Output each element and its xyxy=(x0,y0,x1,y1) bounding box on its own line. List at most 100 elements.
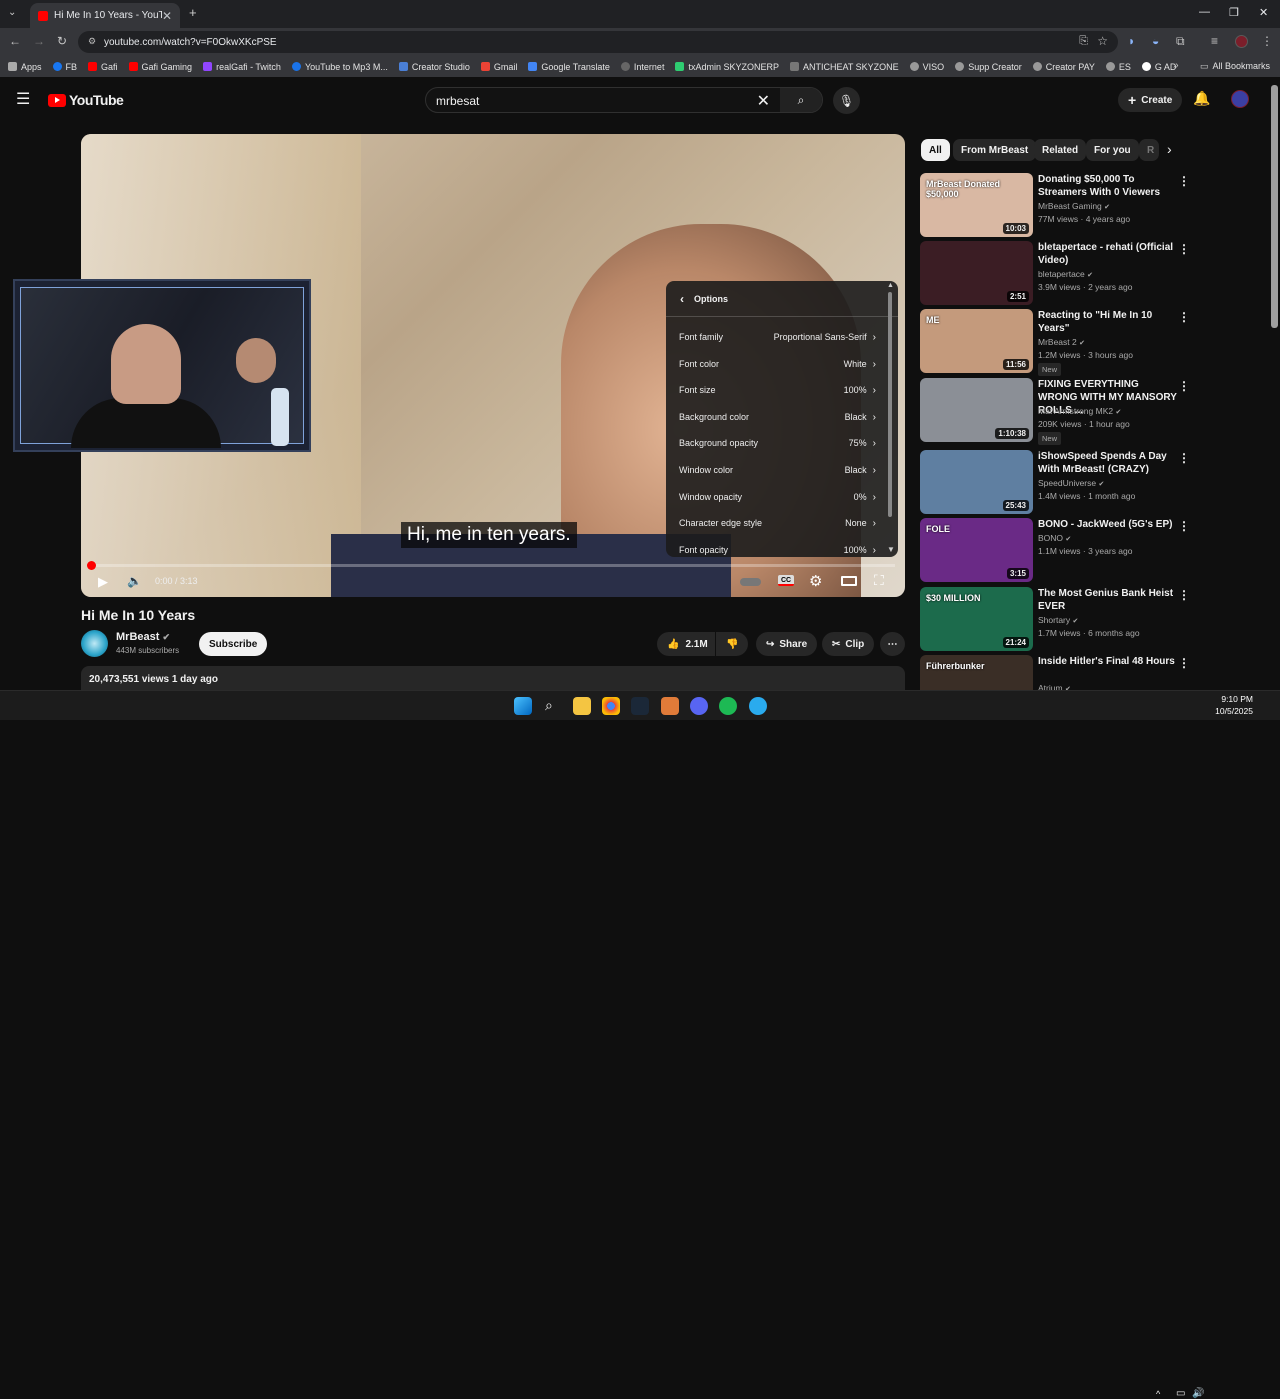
theater-mode-icon[interactable] xyxy=(841,576,857,586)
menu-icon[interactable]: ⋮ xyxy=(1261,34,1273,48)
extensions-puzzle-icon[interactable]: ⧉ xyxy=(1176,34,1185,49)
recommendation-channel[interactable]: BONO ✔ xyxy=(1038,533,1071,543)
recommendation-thumbnail[interactable]: FOLE 3:15 xyxy=(920,518,1033,582)
more-vertical-icon[interactable]: ⋮ xyxy=(1178,310,1190,324)
chip-partial[interactable]: R xyxy=(1139,139,1159,161)
dislike-button[interactable]: 👎 xyxy=(716,632,748,656)
recommendation-item[interactable]: FOLE 3:15 BONO - JackWeed (5G's EP) BONO ✔ 1… xyxy=(920,518,1265,582)
options-header[interactable]: ‹ Options xyxy=(666,281,898,317)
bookmark-google-translate[interactable]: Google Translate xyxy=(528,62,610,72)
restore-icon[interactable]: ❐ xyxy=(1229,6,1239,19)
page-scrollbar[interactable] xyxy=(1271,85,1278,328)
channel-avatar[interactable] xyxy=(81,630,108,657)
back-icon[interactable]: ← xyxy=(9,34,21,48)
more-vertical-icon[interactable]: ⋮ xyxy=(1178,379,1190,393)
option-window-opacity[interactable]: Window opacity 0% › xyxy=(666,484,888,510)
more-vertical-icon[interactable]: ⋮ xyxy=(1178,174,1190,188)
option-window-color[interactable]: Window color Black › xyxy=(666,457,888,483)
more-vertical-icon[interactable]: ⋮ xyxy=(1178,242,1190,256)
recommendation-title[interactable]: Inside Hitler's Final 48 Hours xyxy=(1038,655,1178,668)
volume-icon[interactable]: 🔈 xyxy=(127,574,142,588)
option-font-size[interactable]: Font size 100% › xyxy=(666,377,888,403)
progress-scrubber[interactable] xyxy=(87,561,96,570)
bookmark-creator-pay[interactable]: Creator PAY xyxy=(1032,62,1095,72)
speaker-icon[interactable]: 🔊 xyxy=(1192,1388,1204,1399)
option-font-color[interactable]: Font color White › xyxy=(666,351,888,377)
all-bookmarks[interactable]: ▭ All Bookmarks xyxy=(1200,61,1270,72)
more-actions-button[interactable]: ⋯ xyxy=(880,632,905,656)
recommendation-thumbnail[interactable]: $30 MILLION 21:24 xyxy=(920,587,1033,651)
scroll-down-arrow-icon[interactable]: ▼ xyxy=(887,545,895,554)
bookmark-twitch[interactable]: realGafi - Twitch xyxy=(203,62,281,72)
scroll-up-arrow-icon[interactable]: ▲ xyxy=(887,282,894,289)
recommendation-thumbnail[interactable]: 25:43 xyxy=(920,450,1033,514)
options-scrollbar[interactable] xyxy=(888,292,892,517)
notifications-bell-icon[interactable]: 🔔 xyxy=(1193,90,1210,107)
more-vertical-icon[interactable]: ⋮ xyxy=(1178,588,1190,602)
steam-icon[interactable] xyxy=(631,697,649,715)
minimize-icon[interactable]: — xyxy=(1199,6,1210,18)
subscribe-button[interactable]: Subscribe xyxy=(199,632,268,656)
bookmark-gafi[interactable]: Gafi xyxy=(88,62,118,72)
bookmark-gafi-gaming[interactable]: Gafi Gaming xyxy=(128,62,192,72)
chip-related[interactable]: Related xyxy=(1034,139,1087,161)
recommendation-thumbnail[interactable]: MrBeast Donated $50,000 10:03 xyxy=(920,173,1033,237)
bookmark-viso[interactable]: VISO xyxy=(909,62,944,72)
chip-all[interactable]: All xyxy=(921,139,950,161)
progress-bar[interactable] xyxy=(87,561,895,570)
spotify-icon[interactable] xyxy=(719,697,737,715)
recommendation-channel[interactable]: MrBeast 2 ✔ xyxy=(1038,337,1085,347)
recommendation-channel[interactable]: MrBeast Gaming ✔ xyxy=(1038,201,1110,211)
subtitles-cc-icon[interactable]: CC xyxy=(778,575,794,586)
recommendation-item[interactable]: 2:51 bletapertace - rehati (Official Vide… xyxy=(920,241,1265,305)
option-character-edge-style[interactable]: Character edge style None › xyxy=(666,510,888,536)
account-avatar[interactable] xyxy=(1231,90,1249,108)
browser-tab[interactable]: Hi Me In 10 Years - YouTube ✕ xyxy=(30,3,180,28)
recommendation-title[interactable]: Donating $50,000 To Streamers With 0 Vie… xyxy=(1038,173,1178,199)
bookmark-internet[interactable]: Internet xyxy=(620,62,664,72)
bookmark-star-icon[interactable]: ☆ xyxy=(1097,34,1108,48)
recommendation-channel[interactable]: SpeedUniverse ✔ xyxy=(1038,478,1104,488)
recommendation-thumbnail[interactable]: 1:10:38 xyxy=(920,378,1033,442)
like-button[interactable]: 👍 2.1M xyxy=(657,632,715,656)
bookmark-fb[interactable]: FB xyxy=(52,62,77,72)
install-icon[interactable]: ⎘ xyxy=(1079,35,1088,48)
create-button[interactable]: + Create xyxy=(1118,88,1183,112)
settings-gear-icon[interactable]: ⚙ xyxy=(809,572,822,590)
chips-next-chevron-icon[interactable]: › xyxy=(1167,141,1172,157)
search-box[interactable]: mrbesat ✕ ⌕ xyxy=(425,87,823,113)
bookmark-gmail[interactable]: Gmail xyxy=(480,62,517,72)
recommendation-thumbnail[interactable]: 2:51 xyxy=(920,241,1033,305)
chip-for-you[interactable]: For you xyxy=(1086,139,1139,161)
reload-icon[interactable]: ↻ xyxy=(57,34,67,48)
recommendation-item[interactable]: 25:43 iShowSpeed Spends A Day With MrBeas… xyxy=(920,450,1265,514)
hamburger-menu-icon[interactable]: ☰ xyxy=(16,89,30,109)
share-button[interactable]: ↪ Share xyxy=(756,632,818,656)
youtube-logo[interactable]: YouTube xyxy=(48,92,124,108)
taskbar-clock[interactable]: 9:10 PM 10/5/2025 xyxy=(1207,693,1253,717)
new-tab-button[interactable]: + xyxy=(189,5,197,20)
chrome-icon[interactable] xyxy=(602,697,620,715)
telegram-icon[interactable] xyxy=(749,697,767,715)
recommendation-title[interactable]: BONO - JackWeed (5G's EP) xyxy=(1038,518,1178,531)
recommendation-item[interactable]: $30 MILLION 21:24 The Most Genius Bank Hei… xyxy=(920,587,1265,651)
taskbar-search-icon[interactable]: ⌕ xyxy=(545,697,553,714)
tab-search-icon[interactable]: ⌄ xyxy=(8,7,16,18)
voice-search-button[interactable]: 🎙 xyxy=(833,87,860,114)
channel-name[interactable]: MrBeast ✔ xyxy=(116,631,170,643)
recommendation-item[interactable]: 1:10:38 FIXING EVERYTHING WRONG WITH MY M… xyxy=(920,378,1265,445)
bookmark-txadmin[interactable]: txAdmin SKYZONERP xyxy=(675,62,779,72)
bookmark-apps[interactable]: Apps xyxy=(8,62,42,72)
bookmark-es[interactable]: ES xyxy=(1105,62,1131,72)
address-bar[interactable]: ⚙ youtube.com/watch?v=F0OkwXKcPSE ⎘ ☆ xyxy=(78,31,1118,53)
recommendation-item[interactable]: MrBeast Donated $50,000 10:03 Donating $50… xyxy=(920,173,1265,237)
close-window-icon[interactable]: ✕ xyxy=(1259,6,1268,19)
media-icon[interactable]: ≡ xyxy=(1211,34,1218,48)
network-icon[interactable]: ▭ xyxy=(1176,1388,1185,1399)
option-background-color[interactable]: Background color Black › xyxy=(666,404,888,430)
profile-avatar[interactable] xyxy=(1235,35,1248,48)
option-font-family[interactable]: Font family Proportional Sans-Serif › xyxy=(666,324,888,350)
file-explorer-icon[interactable] xyxy=(573,697,591,715)
bookmark-yt-mp3[interactable]: YouTube to Mp3 M... xyxy=(291,62,388,72)
recommendation-channel[interactable]: bletapertace ✔ xyxy=(1038,269,1093,279)
